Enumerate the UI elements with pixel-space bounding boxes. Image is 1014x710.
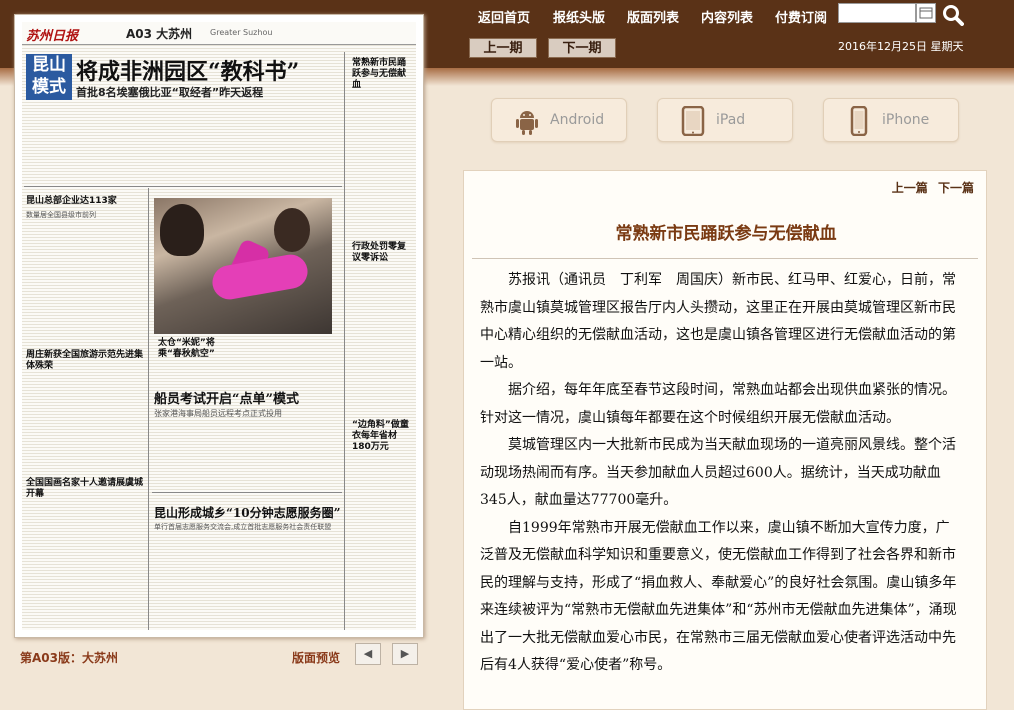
photo-toy <box>209 251 311 303</box>
android-app-button[interactable]: Android <box>491 98 627 142</box>
search-input[interactable] <box>838 3 916 23</box>
prev-article-link[interactable]: 上一篇 <box>892 181 928 195</box>
page-label: 第A03版：大苏州 <box>20 651 118 665</box>
android-label: Android <box>550 112 605 128</box>
column-divider <box>344 52 345 630</box>
nav-home[interactable]: 返回首页 <box>478 7 530 26</box>
article-title-rule <box>472 258 978 259</box>
iphone-label: iPhone <box>882 112 930 128</box>
android-icon <box>516 111 538 135</box>
photo-person <box>274 208 310 252</box>
paper-story-volunteer-subtitle: 单行首届志愿服务交流会,成立首批志愿服务社会责任联盟 <box>154 523 332 531</box>
lead-story-title[interactable]: 将成非洲园区“教科书” <box>76 54 299 86</box>
article-paragraph: 自1999年常熟市开展无偿献血工作以来，虞山镇不断加大宣传力度，广泛普及无偿献血… <box>480 519 957 674</box>
article-nav: 上一篇 下一篇 <box>886 179 974 196</box>
column-divider <box>148 188 149 630</box>
photo-caption[interactable]: 太仓“米妮”将乘“春秋航空” <box>158 338 228 360</box>
article-title: 常熟新市民踊跃参与无偿献血 <box>615 224 837 244</box>
section-divider <box>152 492 342 493</box>
paper-story-zhouzhuang[interactable]: 周庄新获全国旅游示范先进集体殊荣 <box>26 350 144 372</box>
article-paragraph: 据介绍，每年年底至春节这段时间，常熟血站都会出现供血紧张的情况。针对这一情况，虞… <box>480 382 956 426</box>
calendar-icon <box>919 7 933 19</box>
search-icon[interactable] <box>942 4 964 26</box>
issue-date: 2016年12月25日 星期天 <box>838 40 964 53</box>
ipad-app-button[interactable]: iPad <box>657 98 793 142</box>
paper-story-hq-subtitle: 数量居全国县级市前列 <box>26 211 96 219</box>
ipad-label: iPad <box>716 112 746 128</box>
paper-story-volunteer-circle[interactable]: 昆山形成城乡“10分钟志愿服务圈” <box>154 504 341 521</box>
prev-issue-button[interactable]: 上一期 <box>469 38 537 58</box>
article-panel: 上一篇 下一篇 常熟新市民踊跃参与无偿献血 苏报讯（通讯员 丁利军 周国庆）新市… <box>463 170 987 710</box>
paper-story-leftover-fabric[interactable]: “边角料”做童衣每年省材180万元 <box>352 420 414 453</box>
article-paragraph: 莫城管理区内一大批新市民成为当天献血现场的一道亮丽风景线。整个活动现场热闹而有序… <box>480 437 956 508</box>
next-page-button[interactable]: ▶ <box>392 643 418 665</box>
photo-person <box>160 204 204 256</box>
paper-story-hq-enterprises[interactable]: 昆山总部企业达113家 <box>26 196 117 207</box>
nav-content-list[interactable]: 内容列表 <box>701 7 753 26</box>
paper-logo: 苏州日报 <box>26 29 79 44</box>
calendar-button[interactable] <box>916 3 936 23</box>
newspaper-page-image[interactable]: 苏州日报 A03 大苏州 Greater Suzhou 昆山模式 将成非洲园区“… <box>22 22 416 630</box>
ipad-icon <box>681 106 705 136</box>
paper-page-name-en: Greater Suzhou <box>210 28 273 37</box>
news-photo[interactable] <box>154 198 332 334</box>
nav-subscribe[interactable]: 付费订阅 <box>775 7 827 26</box>
page-preview-label: 版面预览 <box>292 651 341 665</box>
iphone-icon <box>850 106 868 136</box>
chevron-left-icon: ◀ <box>363 647 373 660</box>
article-paragraph: 苏报讯（通讯员 丁利军 周国庆）新市民、红马甲、红爱心，日前，常熟市虞山镇莫城管… <box>480 272 956 371</box>
newspaper-page-frame: 苏州日报 A03 大苏州 Greater Suzhou 昆山模式 将成非洲园区“… <box>14 14 424 638</box>
paper-story-blood-donation[interactable]: 常熟新市民踊跃参与无偿献血 <box>352 58 412 91</box>
lead-story-subtitle: 首批8名埃塞俄比亚“取经者”昨天返程 <box>76 86 264 99</box>
next-issue-button[interactable]: 下一期 <box>548 38 616 58</box>
nav-page-list[interactable]: 版面列表 <box>627 7 679 26</box>
lead-story-tag[interactable]: 昆山模式 <box>26 54 72 100</box>
paper-story-admin-penalty[interactable]: 行政处罚零复议零诉讼 <box>352 242 412 264</box>
next-article-link[interactable]: 下一篇 <box>938 181 974 195</box>
article-body: 苏报讯（通讯员 丁利军 周国庆）新市民、红马甲、红爱心，日前，常熟市虞山镇莫城管… <box>480 267 960 680</box>
paper-story-painting-exhibit[interactable]: 全国国画名家十人邀请展虞城开幕 <box>26 478 144 500</box>
iphone-app-button[interactable]: iPhone <box>823 98 959 142</box>
section-divider <box>24 186 342 187</box>
paper-page-name: A03 大苏州 <box>126 27 193 41</box>
prev-page-button[interactable]: ◀ <box>355 643 381 665</box>
chevron-right-icon: ▶ <box>400 647 410 660</box>
paper-masthead: 苏州日报 A03 大苏州 Greater Suzhou <box>22 22 416 45</box>
paper-story-crew-exam[interactable]: 船员考试开启“点单”模式 <box>154 388 299 407</box>
paper-story-crew-exam-subtitle: 张家港海事局船员远程考点正式投用 <box>154 409 282 418</box>
nav-front-page[interactable]: 报纸头版 <box>553 7 605 26</box>
